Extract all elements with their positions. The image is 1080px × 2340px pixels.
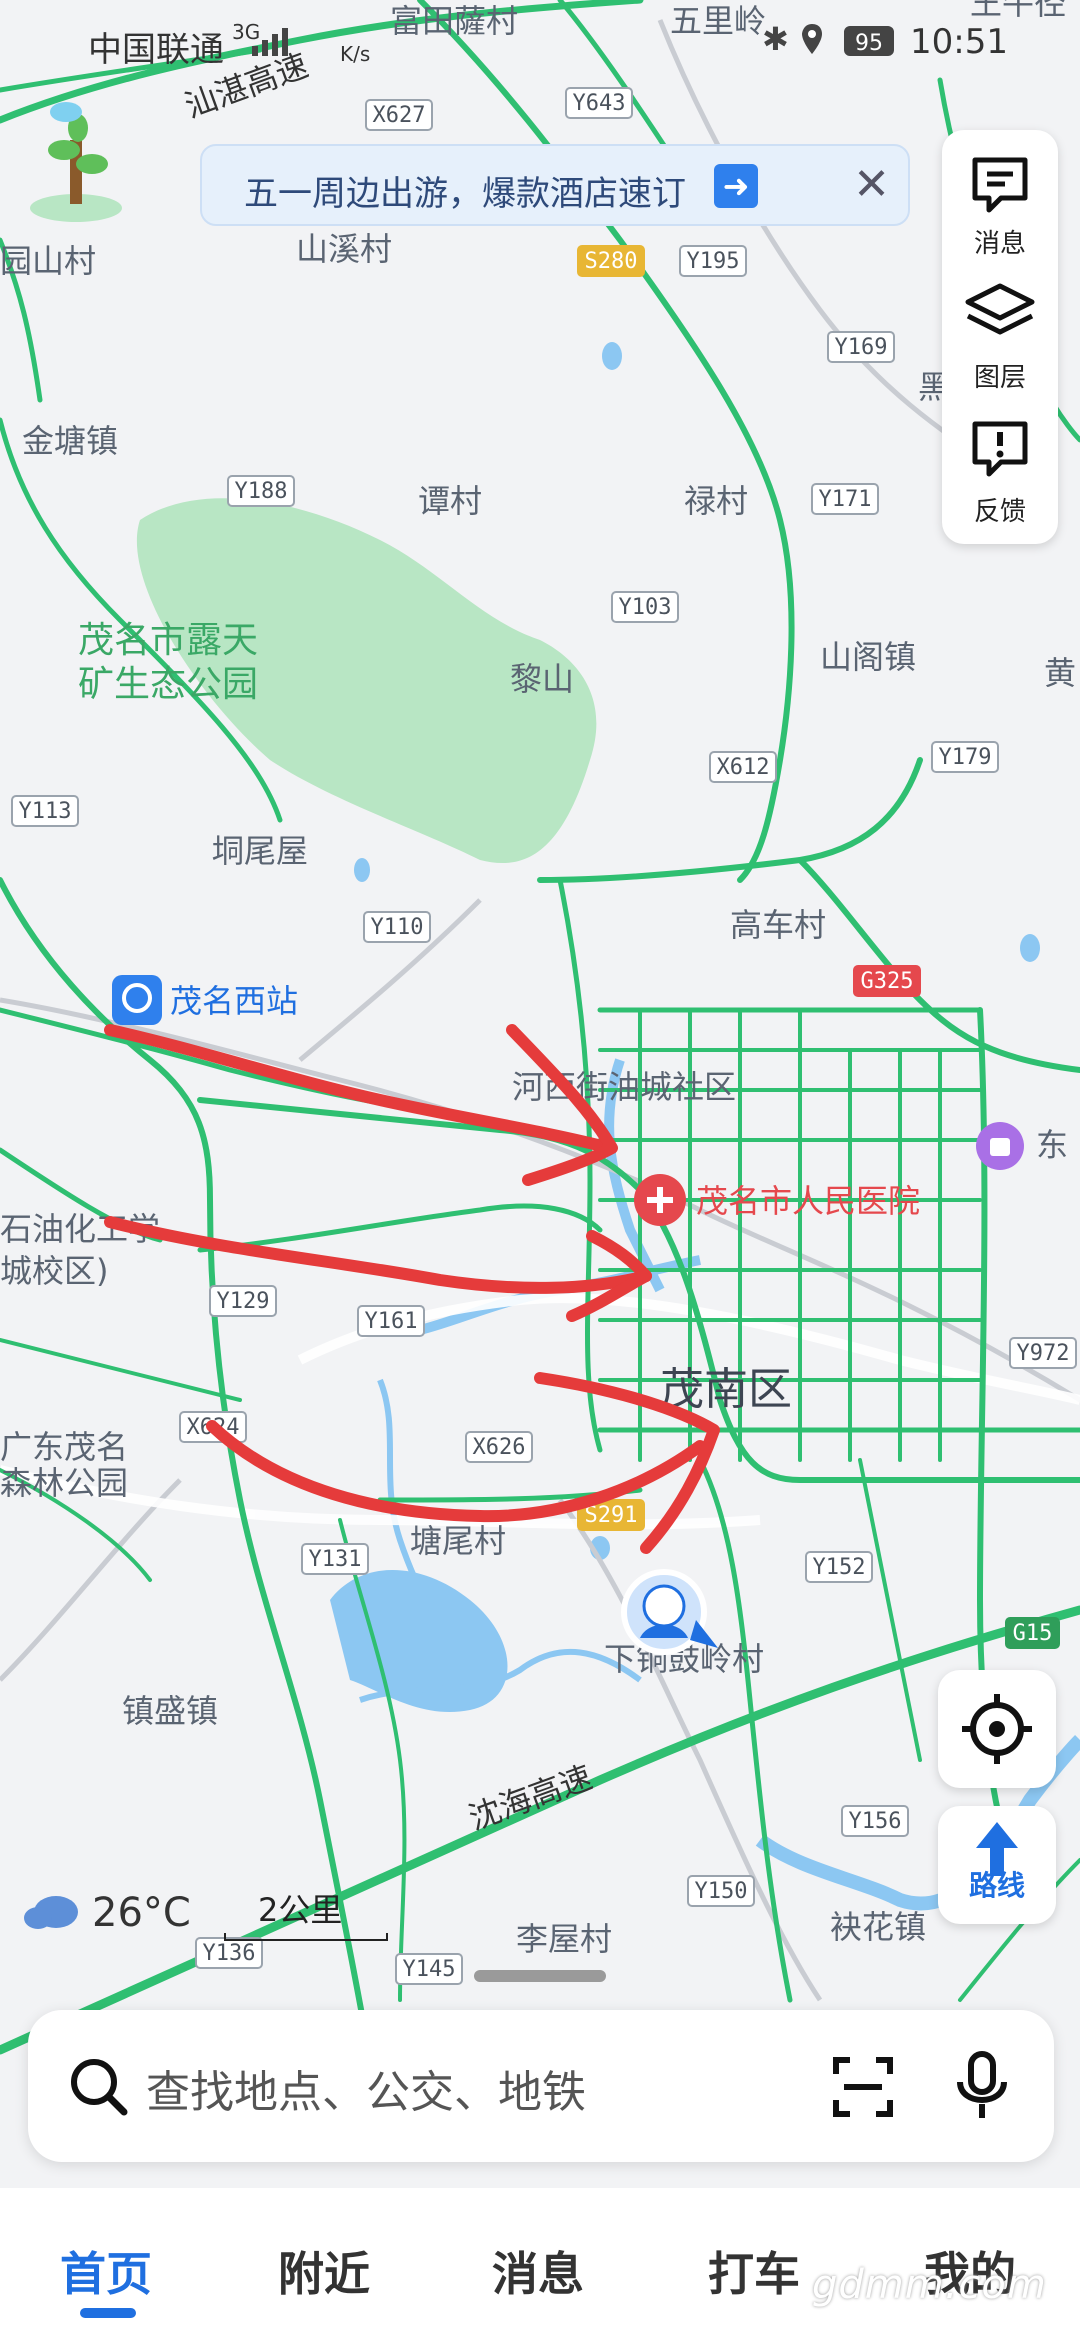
road-shield-label: Y972 <box>1017 1341 1070 1366</box>
map-label: 高车村 <box>730 906 826 944</box>
bluetooth-icon: ✱ <box>762 20 789 58</box>
map-label: 山阁镇 <box>820 638 916 676</box>
layers-button[interactable]: 图层 <box>942 274 1058 404</box>
road-shield-label: G15 <box>1013 1621 1053 1646</box>
location-pin-icon <box>800 22 824 56</box>
search-bar[interactable]: 查找地点、公交、地铁 <box>28 2010 1054 2162</box>
map-label: 塘尾村 <box>410 1522 506 1560</box>
map-label: 黎山 <box>510 660 574 698</box>
feedback-icon <box>972 421 1028 477</box>
road-shield-label: Y156 <box>849 1809 902 1834</box>
banner-text[interactable]: 五一周边出游，爆款酒店速订 <box>244 166 686 215</box>
map-label: 广东茂名 <box>0 1428 128 1466</box>
road-shield-label: Y188 <box>235 479 288 504</box>
search-icon <box>71 2059 128 2116</box>
map-canvas[interactable]: 富田薩村 五里岭 王牛径 山溪村 园山村 金塘镇 谭村 禄村 黎山 山阁镇 黄 … <box>0 0 1080 2340</box>
tab-taxi[interactable]: 打车 <box>708 2238 800 2304</box>
road-shield-label: Y110 <box>371 915 424 940</box>
close-icon[interactable]: ✕ <box>853 160 890 210</box>
road-shield-label: G325 <box>861 969 914 994</box>
map-label: 山溪村 <box>296 230 392 268</box>
road-shield-label: S291 <box>585 1503 638 1528</box>
signal-icon <box>250 26 310 56</box>
road-shield-label: Y129 <box>217 1289 270 1314</box>
watermark: gdmm.com <box>812 2262 1047 2308</box>
route-button[interactable]: 路线 <box>938 1806 1056 1924</box>
road-shield-label: Y161 <box>365 1309 418 1334</box>
road-shield-label: X626 <box>473 1435 526 1460</box>
battery-indicator: 95 <box>844 26 894 56</box>
map-label: 李屋村 <box>516 1920 612 1958</box>
tab-home[interactable]: 首页 <box>60 2238 152 2304</box>
road-shield-label: Y145 <box>403 1957 456 1982</box>
road-shield-label: Y131 <box>309 1547 362 1572</box>
feedback-label: 反馈 <box>973 497 1026 527</box>
messages-label: 消息 <box>973 229 1026 259</box>
road-shield-label: S280 <box>585 249 638 274</box>
map-label: 黄 <box>1044 654 1076 692</box>
road-shield-label: Y150 <box>695 1879 748 1904</box>
road-shield-label: Y152 <box>813 1555 866 1580</box>
carrier-label: 中国联通 <box>88 30 224 70</box>
map-label: 禄村 <box>684 482 748 520</box>
map-label: 东 <box>1036 1126 1068 1164</box>
road-shield-label: X627 <box>373 103 426 128</box>
road-shield-label: Y195 <box>687 249 740 274</box>
station-label[interactable]: 茂名西站 <box>170 982 298 1020</box>
map-label: 王牛径 <box>970 0 1066 22</box>
tab-nearby[interactable]: 附近 <box>278 2238 370 2304</box>
scale-bar <box>224 1933 388 1941</box>
layers-label: 图层 <box>973 363 1026 393</box>
speed-unit: K/s <box>340 42 371 66</box>
messages-button[interactable]: 消息 <box>942 140 1058 270</box>
road-shield-label: Y113 <box>19 799 72 824</box>
park-label: 矿生态公园 <box>78 664 258 705</box>
route-label: 路线 <box>968 1869 1025 1902</box>
map-label: 镇盛镇 <box>122 1692 218 1730</box>
message-icon <box>972 157 1028 213</box>
map-label: 袂花镇 <box>830 1908 926 1946</box>
road-shield-label: Y103 <box>619 595 672 620</box>
arrow-right-icon: ➜ <box>714 164 758 208</box>
map-label: 谭村 <box>418 482 482 520</box>
map-label: 城校区) <box>0 1252 109 1290</box>
drag-handle[interactable] <box>474 1970 606 1982</box>
map-label: 五里岭 <box>670 2 766 40</box>
train-station-icon[interactable] <box>112 975 162 1025</box>
layers-icon <box>965 283 1035 335</box>
map-label: 森林公园 <box>0 1464 128 1502</box>
active-tab-indicator <box>80 2308 136 2318</box>
clock: 10:51 <box>910 22 1008 62</box>
tab-messages[interactable]: 消息 <box>492 2238 584 2304</box>
feedback-button[interactable]: 反馈 <box>942 408 1058 538</box>
decor-icon <box>50 102 82 122</box>
map-label: 富田薩村 <box>390 2 518 40</box>
map-label: 垌尾屋 <box>212 832 308 870</box>
road-shield-label: Y169 <box>835 335 888 360</box>
scale-label: 2公里 <box>258 1891 343 1929</box>
locate-me-button[interactable] <box>938 1670 1056 1788</box>
map-label: 金塘镇 <box>22 422 118 460</box>
crosshair-icon <box>962 1694 1032 1764</box>
park-label: 茂名市露天 <box>78 620 258 661</box>
search-input[interactable]: 查找地点、公交、地铁 <box>146 2056 586 2120</box>
road-shield-label: Y643 <box>573 91 626 116</box>
temperature-label: 26°C <box>92 1890 191 1936</box>
road-shield-label: Y179 <box>939 745 992 770</box>
promo-banner[interactable]: 五一周边出游，爆款酒店速订 ➜ ✕ <box>200 144 910 226</box>
road-shield-label: Y171 <box>819 487 872 512</box>
microphone-icon[interactable] <box>952 2048 1012 2124</box>
road-shield-label: Y136 <box>203 1941 256 1966</box>
map-label: 园山村 <box>0 242 96 280</box>
road-shield-label: X612 <box>717 755 770 780</box>
hospital-label[interactable]: 茂名市人民医院 <box>696 1182 920 1220</box>
map-tools-panel: 消息 图层 反馈 <box>942 130 1058 544</box>
scan-icon[interactable] <box>830 2054 896 2120</box>
